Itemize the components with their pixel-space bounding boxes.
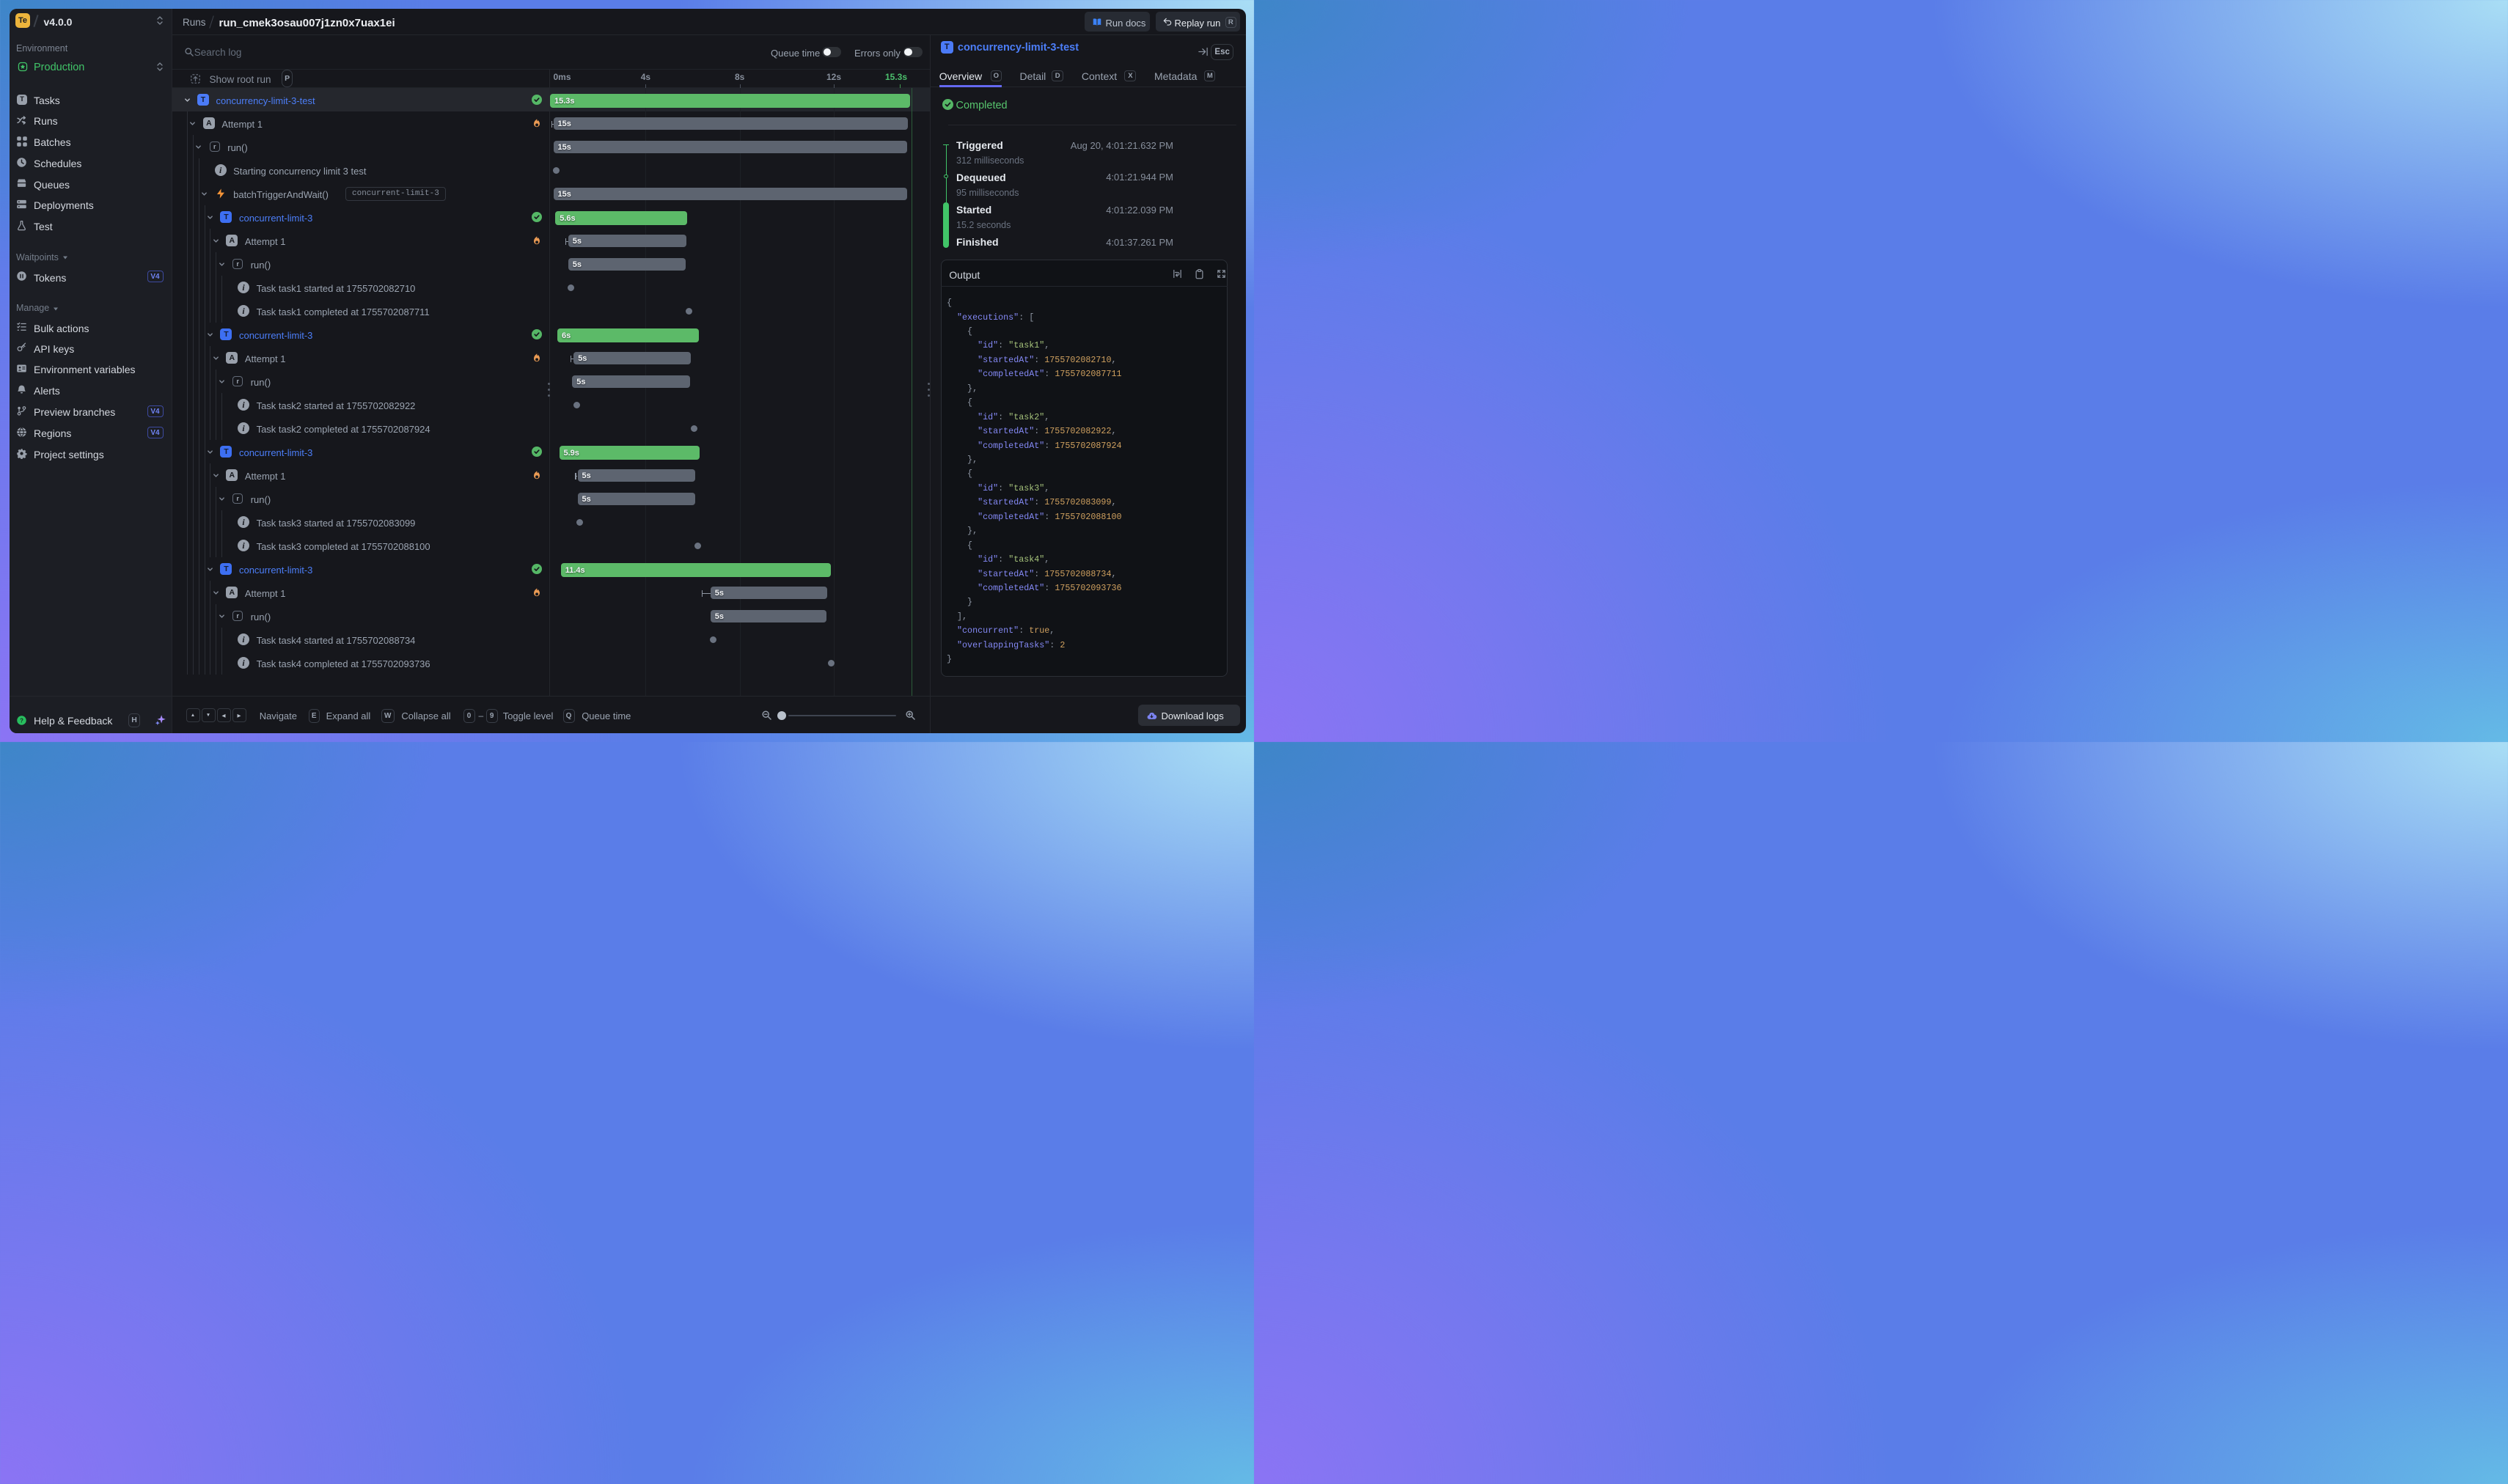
svg-text:?: ? [20, 717, 23, 724]
